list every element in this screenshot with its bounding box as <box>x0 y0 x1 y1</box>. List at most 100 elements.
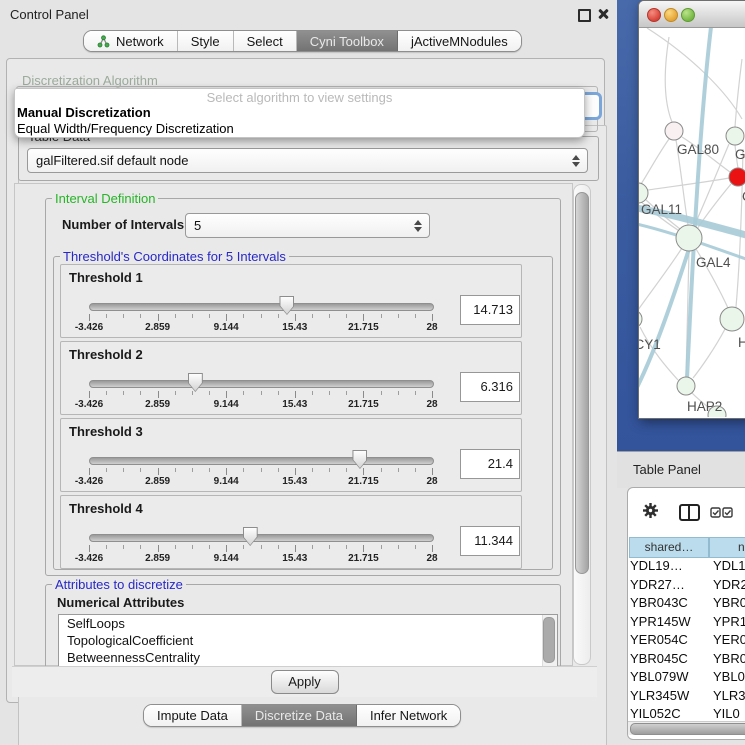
cell-name: YIL0 <box>713 706 745 720</box>
close-window-icon[interactable] <box>647 8 661 22</box>
network-graph: GAL80GACGAL11GAL4GCY1HHAP2 <box>639 28 745 417</box>
attribute-list-item[interactable]: TopologicalCoefficient <box>59 632 557 649</box>
horizontal-scrollbar-thumb[interactable] <box>630 723 745 735</box>
network-node[interactable] <box>677 377 695 395</box>
cell-name: YPR1 <box>713 614 745 629</box>
combo-stepper-icon <box>411 220 425 232</box>
slider-tick-label: 21.715 <box>341 476 385 487</box>
combo-stepper-icon <box>569 155 583 167</box>
slider-tick-label: 15.43 <box>273 399 317 410</box>
network-view-window[interactable]: GAL80GACGAL11GAL4GCY1HHAP2 <box>638 0 745 419</box>
table-row[interactable]: YBR045CYBR0 <box>628 651 745 669</box>
table-row[interactable]: YDR27…YDR2 <box>628 577 745 595</box>
cell-shared-name: YER054C <box>630 632 710 647</box>
numerical-attributes-list[interactable]: SelfLoopsTopologicalCoefficientBetweenne… <box>58 614 558 668</box>
slider-tick-label: 21.715 <box>341 399 385 410</box>
cell-shared-name: YDL19… <box>630 558 710 573</box>
threshold-slider-track[interactable] <box>89 534 434 542</box>
network-edge <box>648 178 729 190</box>
tab-impute-data[interactable]: Impute Data <box>144 705 242 726</box>
attributes-group-title: Attributes to discretize <box>52 577 186 592</box>
slider-tick <box>278 545 279 549</box>
slider-tick <box>123 468 124 472</box>
threshold-value-field[interactable]: 11.344 <box>460 526 520 556</box>
threshold-panels: Threshold 1-3.4262.8599.14415.4321.71528… <box>54 264 522 572</box>
tab-jactivemnodules[interactable]: jActiveMNodules <box>398 31 521 51</box>
table-row[interactable]: YER054CYER0 <box>628 632 745 650</box>
table-row[interactable]: YIL052CYIL0 <box>628 706 745 720</box>
table-row[interactable]: YBR043CYBR0 <box>628 595 745 613</box>
close-icon[interactable] <box>597 8 609 20</box>
network-node[interactable] <box>729 168 745 186</box>
threshold-slider-thumb[interactable] <box>352 450 367 469</box>
slider-tick <box>363 468 364 475</box>
apply-toolbar: Apply <box>12 666 597 697</box>
threshold-value-field[interactable]: 6.316 <box>460 372 520 402</box>
network-node[interactable] <box>720 307 744 331</box>
slider-tick <box>89 545 90 552</box>
network-window-titlebar[interactable] <box>639 1 745 28</box>
network-node-label: GAL80 <box>677 142 719 157</box>
slider-tick <box>243 468 244 472</box>
network-node[interactable] <box>726 127 744 145</box>
table-row[interactable]: YBL079WYBL0 <box>628 669 745 687</box>
network-node[interactable] <box>676 225 702 251</box>
cell-name: YBL0 <box>713 669 745 684</box>
threshold-slider-thumb[interactable] <box>243 527 258 546</box>
vertical-scrollbar[interactable] <box>573 184 591 665</box>
apply-button[interactable]: Apply <box>271 670 339 694</box>
select-checkbox-icon[interactable] <box>722 507 733 518</box>
slider-tick <box>106 545 107 549</box>
vertical-scrollbar-thumb[interactable] <box>575 192 589 574</box>
attribute-list-item[interactable]: SelfLoops <box>59 615 557 632</box>
number-of-intervals-combobox[interactable]: 5 <box>185 213 430 238</box>
algorithm-option-equal-width[interactable]: Equal Width/Frequency Discretization <box>15 121 584 137</box>
tab-network[interactable]: Network <box>84 31 178 51</box>
slider-tick <box>158 314 159 321</box>
minimize-window-icon[interactable] <box>664 8 678 22</box>
table-row[interactable]: YPR145WYPR1 <box>628 614 745 632</box>
list-scrollbar[interactable] <box>542 615 557 667</box>
slider-tick <box>312 468 313 472</box>
slider-tick <box>192 545 193 549</box>
column-header-name[interactable]: name <box>709 537 745 558</box>
tab-infer-network[interactable]: Infer Network <box>357 705 460 726</box>
network-canvas[interactable]: GAL80GACGAL11GAL4GCY1HHAP2 <box>639 28 745 417</box>
table-row[interactable]: YLR345WYLR3 <box>628 688 745 706</box>
threshold-slider-thumb[interactable] <box>279 296 294 315</box>
slider-tick <box>243 314 244 318</box>
threshold-slider-track[interactable] <box>89 380 434 388</box>
threshold-slider-thumb[interactable] <box>188 373 203 392</box>
tab-discretize-data[interactable]: Discretize Data <box>242 705 357 726</box>
cell-name: YBR0 <box>713 595 745 610</box>
table-row[interactable]: YDL19…YDL1 <box>628 558 745 576</box>
threshold-value-field[interactable]: 21.4 <box>460 449 520 479</box>
gear-icon[interactable] <box>642 502 659 519</box>
table-data-combobox[interactable]: galFiltered.sif default node <box>27 148 588 173</box>
network-node[interactable] <box>665 122 683 140</box>
cell-shared-name: YBL079W <box>630 669 710 684</box>
slider-tick <box>381 468 382 472</box>
column-view-icon[interactable] <box>679 504 700 521</box>
column-header-shared-name[interactable]: shared… <box>629 537 709 558</box>
attribute-list-item[interactable]: BetweennessCentrality <box>59 649 557 666</box>
zoom-window-icon[interactable] <box>681 8 695 22</box>
cell-shared-name: YIL052C <box>630 706 710 720</box>
list-scrollbar-thumb[interactable] <box>543 617 555 663</box>
algorithm-hint-option[interactable]: Select algorithm to view settings <box>15 89 584 105</box>
threshold-slider-track[interactable] <box>89 303 434 311</box>
tab-style[interactable]: Style <box>178 31 234 51</box>
network-node[interactable] <box>639 310 642 328</box>
slider-tick-label: 2.859 <box>136 476 180 487</box>
horizontal-scrollbar[interactable] <box>628 721 745 735</box>
float-panel-icon[interactable] <box>578 9 591 22</box>
threshold-slider-track[interactable] <box>89 457 434 465</box>
cell-name: YDR2 <box>713 577 745 592</box>
algorithm-option-manual[interactable]: Manual Discretization <box>15 105 584 121</box>
slider-tick <box>415 468 416 472</box>
slider-tick-label: 15.43 <box>273 322 317 333</box>
select-checkbox-icon[interactable] <box>710 507 721 518</box>
tab-cyni-toolbox[interactable]: Cyni Toolbox <box>297 31 398 51</box>
tab-select[interactable]: Select <box>234 31 297 51</box>
threshold-value-field[interactable]: 14.713 <box>460 295 520 325</box>
